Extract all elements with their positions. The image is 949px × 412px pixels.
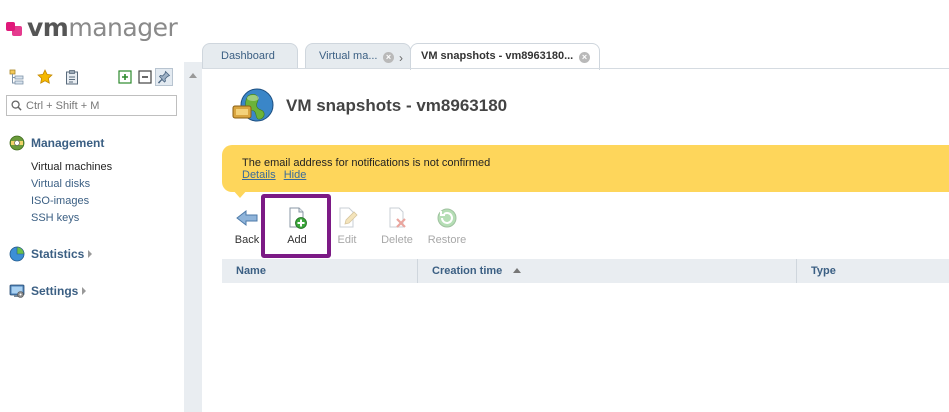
- app-logo[interactable]: vmmanager: [6, 12, 178, 42]
- sidebar-section-settings[interactable]: Settings: [9, 283, 87, 299]
- tab-virtual-machines[interactable]: Virtual ma... ×: [305, 43, 411, 69]
- restore-label: Restore: [427, 234, 467, 246]
- column-header-name[interactable]: Name: [222, 259, 418, 283]
- tab-label: Dashboard: [221, 50, 275, 62]
- delete-button[interactable]: Delete: [375, 206, 419, 248]
- tab-dashboard[interactable]: Dashboard: [202, 43, 298, 69]
- vm-globe-icon: [232, 88, 274, 122]
- back-arrow-icon: [236, 209, 258, 227]
- column-header-creation-time[interactable]: Creation time: [418, 259, 797, 283]
- page-title: VM snapshots - vm8963180: [286, 96, 508, 115]
- sidebar-item-virtual-machines[interactable]: Virtual machines: [31, 159, 112, 176]
- edit-label: Edit: [337, 234, 357, 246]
- expand-all-icon[interactable]: [116, 68, 134, 86]
- edit-button[interactable]: Edit: [325, 206, 369, 248]
- favorites-star-icon[interactable]: [36, 68, 54, 86]
- notice-tail: [232, 189, 248, 198]
- sidebar-toolbar: [8, 68, 178, 88]
- delete-document-icon: [389, 207, 406, 228]
- settings-monitor-icon: [9, 284, 25, 298]
- management-icon: [9, 135, 25, 151]
- chevron-right-icon: ›: [399, 51, 403, 65]
- logo-mark-icon: [6, 18, 24, 36]
- sort-ascending-icon: [513, 268, 522, 273]
- tree-view-icon[interactable]: [8, 68, 26, 86]
- tab-bar: Dashboard Virtual ma... × › VM snapshots…: [202, 43, 949, 70]
- clipboard-icon[interactable]: [63, 68, 81, 86]
- expand-caret-icon: [88, 250, 93, 258]
- notice-links: Details Hide: [242, 169, 311, 181]
- pie-chart-icon: [9, 246, 25, 262]
- pin-icon[interactable]: [155, 68, 173, 86]
- sidebar-item-virtual-disks[interactable]: Virtual disks: [31, 176, 112, 193]
- details-link[interactable]: Details: [242, 169, 276, 181]
- collapse-all-icon[interactable]: [136, 68, 154, 86]
- notice-message: The email address for notifications is n…: [242, 157, 491, 169]
- notification-banner: The email address for notifications is n…: [222, 145, 949, 198]
- panel-splitter[interactable]: [184, 62, 202, 412]
- sidebar-section-management[interactable]: Management: [9, 135, 104, 151]
- sidebar-item-ssh-keys[interactable]: SSH keys: [31, 210, 112, 227]
- expand-caret-icon: [82, 287, 87, 295]
- tab-vm-snapshots[interactable]: VM snapshots - vm8963180... ×: [410, 43, 600, 70]
- sidebar: Management Virtual machines Virtual disk…: [0, 62, 184, 412]
- search-field[interactable]: [6, 95, 177, 116]
- hide-link[interactable]: Hide: [284, 169, 307, 181]
- add-button-highlight: [261, 194, 331, 258]
- close-icon[interactable]: ×: [579, 52, 590, 63]
- delete-label: Delete: [381, 234, 413, 246]
- tab-divider: [202, 68, 949, 69]
- sidebar-section-label: Statistics: [31, 247, 85, 261]
- column-header-type[interactable]: Type: [797, 259, 949, 283]
- sidebar-section-label: Settings: [31, 284, 79, 298]
- edit-document-icon: [339, 207, 358, 228]
- management-items: Virtual machines Virtual disks ISO-image…: [31, 159, 112, 227]
- restore-button[interactable]: Restore: [425, 206, 469, 248]
- sidebar-section-statistics[interactable]: Statistics: [9, 246, 93, 262]
- sidebar-section-label: Management: [31, 136, 105, 150]
- tab-label: VM snapshots - vm8963180...: [421, 50, 574, 62]
- search-icon: [11, 100, 22, 111]
- scroll-up-icon[interactable]: [189, 73, 197, 78]
- sidebar-item-iso-images[interactable]: ISO-images: [31, 193, 112, 210]
- logo-text: vmmanager: [27, 12, 178, 42]
- search-input[interactable]: [26, 99, 166, 112]
- back-label: Back: [234, 234, 260, 246]
- tab-label: Virtual ma...: [319, 50, 378, 62]
- table-header: Name Creation time Type: [222, 259, 949, 283]
- close-icon[interactable]: ×: [383, 52, 394, 63]
- restore-icon: [437, 208, 457, 228]
